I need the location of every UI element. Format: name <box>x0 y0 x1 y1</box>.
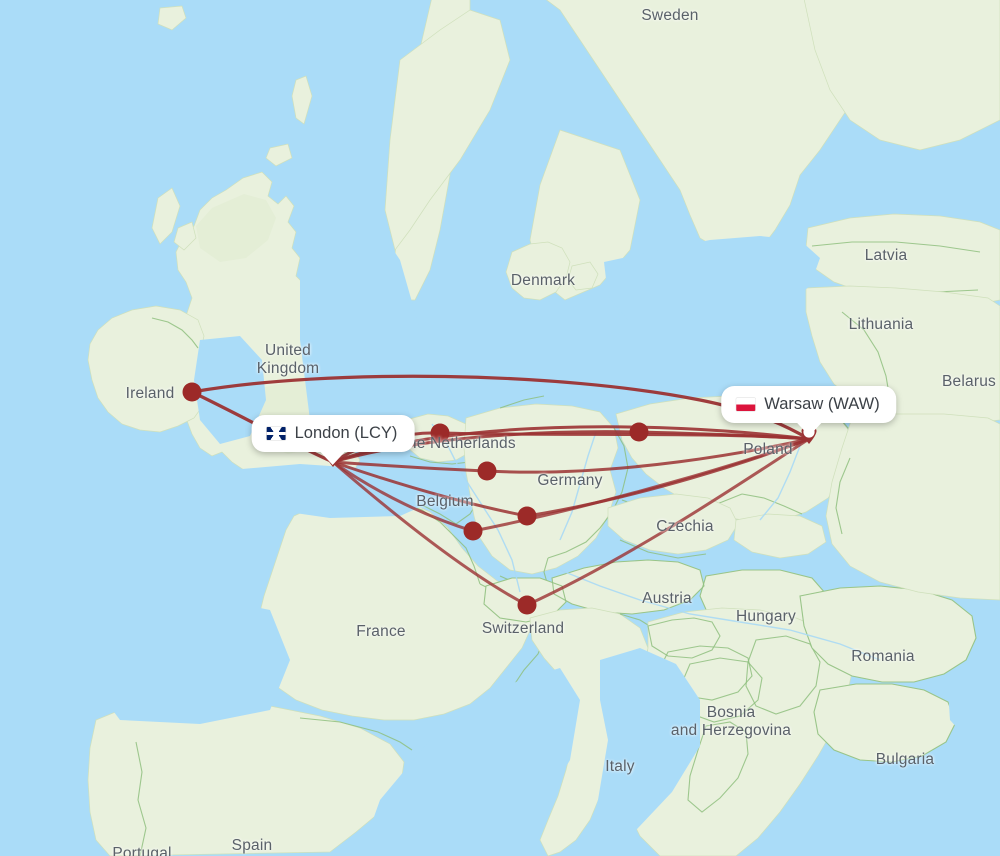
dublin-stop-marker[interactable] <box>182 382 202 402</box>
amsterdam-stop-marker[interactable] <box>430 423 450 443</box>
brussels-stop-marker[interactable] <box>463 521 483 541</box>
london-airport-tooltip[interactable]: London (LCY) <box>251 415 415 452</box>
warsaw-airport-label: Warsaw (WAW) <box>764 395 880 413</box>
route-lines-layer <box>182 374 817 615</box>
dusseldorf-stop-marker[interactable] <box>477 461 497 481</box>
warsaw-airport-tooltip[interactable]: Warsaw (WAW) <box>721 386 897 423</box>
united-kingdom-flag-icon <box>266 427 286 440</box>
poland-flag-icon <box>736 398 756 411</box>
flight-route-map[interactable]: .land{fill:#e9f1dd;stroke:#cfe0bb;stroke… <box>0 0 1000 856</box>
berlin-stop-marker[interactable] <box>629 422 649 442</box>
london-airport-label: London (LCY) <box>294 424 398 442</box>
zurich-stop-marker[interactable] <box>517 595 537 615</box>
frankfurt-stop-marker[interactable] <box>517 506 537 526</box>
